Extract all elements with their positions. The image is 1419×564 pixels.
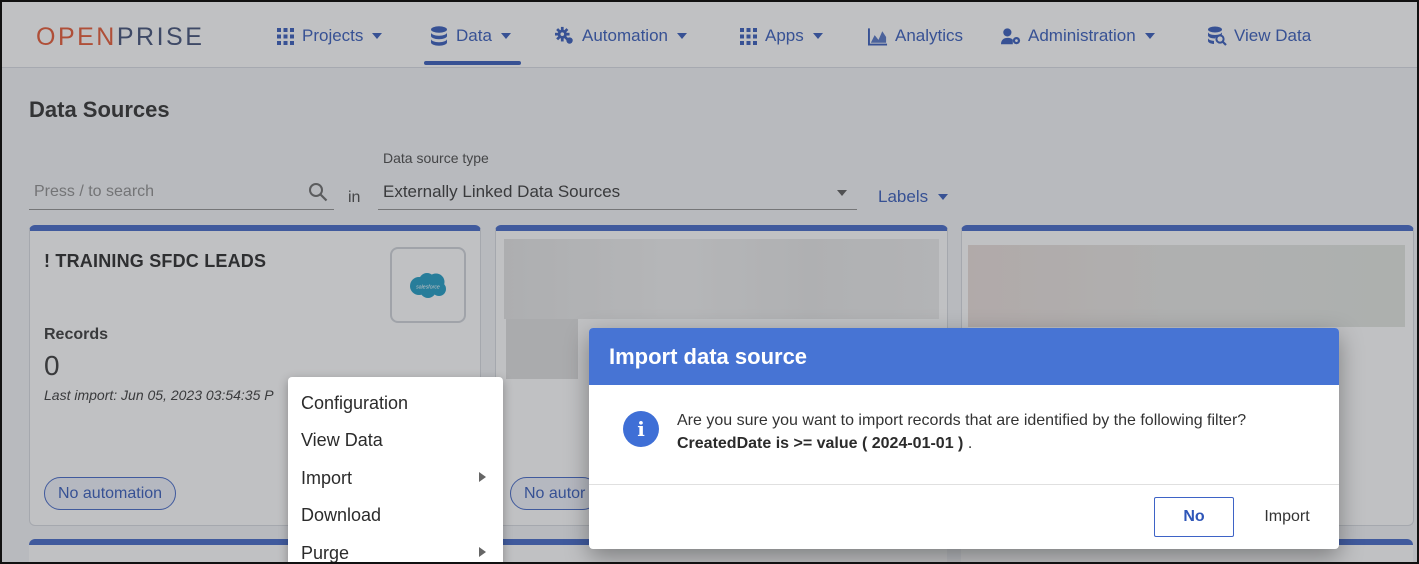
- dialog-title: Import data source: [609, 344, 808, 369]
- card-context-menu: Configuration View Data Import Download …: [288, 377, 503, 562]
- menu-item-configuration[interactable]: Configuration: [301, 393, 408, 414]
- submenu-arrow-icon: [479, 547, 486, 557]
- dialog-filter-line: CreatedDate is >= value ( 2024-01-01 ) .: [677, 432, 1246, 455]
- menu-item-download[interactable]: Download: [301, 505, 381, 526]
- no-button[interactable]: No: [1154, 497, 1234, 537]
- dialog-header: Import data source: [589, 328, 1339, 385]
- menu-item-view-data[interactable]: View Data: [301, 430, 383, 451]
- submenu-arrow-icon: [479, 472, 486, 482]
- dialog-filter-suffix: .: [963, 435, 973, 452]
- info-icon: i: [623, 411, 659, 447]
- dialog-message-text: Are you sure you want to import records …: [677, 412, 1247, 429]
- app-window: OPENPRISE Projects Data Automation Apps …: [0, 0, 1419, 564]
- import-button[interactable]: Import: [1249, 497, 1325, 537]
- import-dialog: Import data source i Are you sure you wa…: [589, 328, 1339, 549]
- dialog-body: i Are you sure you want to import record…: [589, 385, 1339, 485]
- dialog-filter-expression: CreatedDate is >= value ( 2024-01-01 ): [677, 435, 964, 452]
- dialog-message: Are you sure you want to import records …: [677, 409, 1246, 455]
- menu-item-import[interactable]: Import: [301, 468, 352, 489]
- menu-item-purge[interactable]: Purge: [301, 543, 349, 562]
